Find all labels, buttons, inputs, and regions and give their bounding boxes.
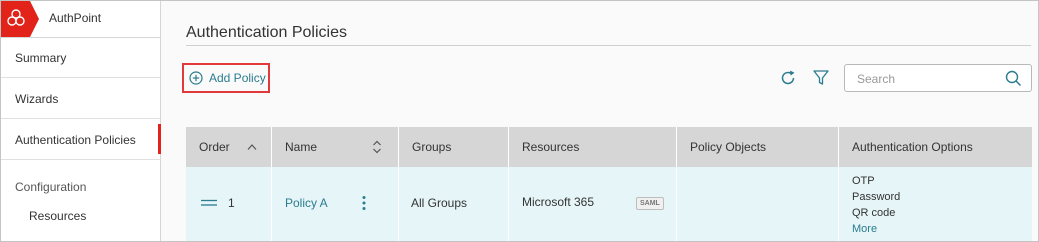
order-value: 1 xyxy=(228,196,235,210)
sidebar: AuthPoint Summary Wizards Authentication… xyxy=(1,1,161,241)
chevron-up-icon xyxy=(247,144,257,150)
cell-order: 1 xyxy=(186,167,272,241)
app-window: AuthPoint Summary Wizards Authentication… xyxy=(0,0,1039,242)
product-name: AuthPoint xyxy=(49,11,102,25)
cell-resources: Microsoft 365 SAML xyxy=(509,167,677,241)
saml-badge: SAML xyxy=(636,197,664,210)
column-header-resources: Resources xyxy=(509,127,677,167)
column-header-name[interactable]: Name xyxy=(272,127,399,167)
auth-option: QR code xyxy=(852,207,896,219)
auth-options-list: OTP Password QR code More xyxy=(852,173,900,237)
sidebar-item-resources[interactable]: Resources xyxy=(29,209,86,223)
auth-option: Password xyxy=(852,191,901,203)
column-header-authentication-options: Authentication Options xyxy=(852,140,973,154)
sidebar-item-label: Summary xyxy=(15,51,67,65)
more-link[interactable]: More xyxy=(852,221,900,237)
title-divider xyxy=(186,45,1031,46)
sidebar-section-configuration: Configuration xyxy=(15,180,87,194)
column-header-order[interactable]: Order xyxy=(186,127,272,167)
sidebar-item-label: Authentication Policies xyxy=(15,133,136,147)
column-header-groups: Groups xyxy=(399,127,509,167)
column-header-policy-objects: Policy Objects xyxy=(677,127,839,167)
page-title: Authentication Policies xyxy=(186,24,347,41)
search-box xyxy=(844,64,1032,92)
resource-value: Microsoft 365 xyxy=(522,195,595,209)
watchguard-logo-icon xyxy=(1,1,39,37)
policy-name-link[interactable]: Policy A xyxy=(285,196,328,210)
plus-circle-icon xyxy=(189,71,203,85)
cell-name: Policy A xyxy=(272,167,399,241)
cell-authentication-options: OTP Password QR code More xyxy=(839,167,1032,241)
brand-header: AuthPoint xyxy=(1,1,160,38)
sidebar-item-wizards[interactable]: Wizards xyxy=(1,79,160,119)
table-header: Order Name Groups Resources Policy Objec… xyxy=(186,127,1032,167)
sidebar-item-summary[interactable]: Summary xyxy=(1,38,160,78)
search-icon[interactable] xyxy=(1005,70,1022,87)
groups-value: All Groups xyxy=(411,196,468,210)
more-vertical-icon[interactable] xyxy=(361,195,367,211)
cell-groups: All Groups xyxy=(399,167,509,241)
search-input[interactable] xyxy=(855,70,999,88)
add-policy-label: Add Policy xyxy=(209,71,266,85)
filter-icon[interactable] xyxy=(811,68,831,88)
policies-table: Order Name Groups Resources Policy Objec… xyxy=(186,127,1032,241)
sidebar-item-authentication-policies[interactable]: Authentication Policies xyxy=(1,120,161,160)
sidebar-item-label: Wizards xyxy=(15,92,59,106)
drag-handle-icon[interactable] xyxy=(201,199,217,207)
auth-option: OTP xyxy=(852,175,875,187)
sort-updown-icon xyxy=(373,140,381,154)
cell-policy-objects xyxy=(677,167,839,241)
table-row[interactable]: 1 Policy A All Groups Microsoft 365 SAML xyxy=(186,167,1032,241)
refresh-icon[interactable] xyxy=(778,68,798,88)
add-policy-button[interactable]: Add Policy xyxy=(182,63,270,93)
main-content: Authentication Policies Add Policy Searc… xyxy=(161,1,1038,241)
